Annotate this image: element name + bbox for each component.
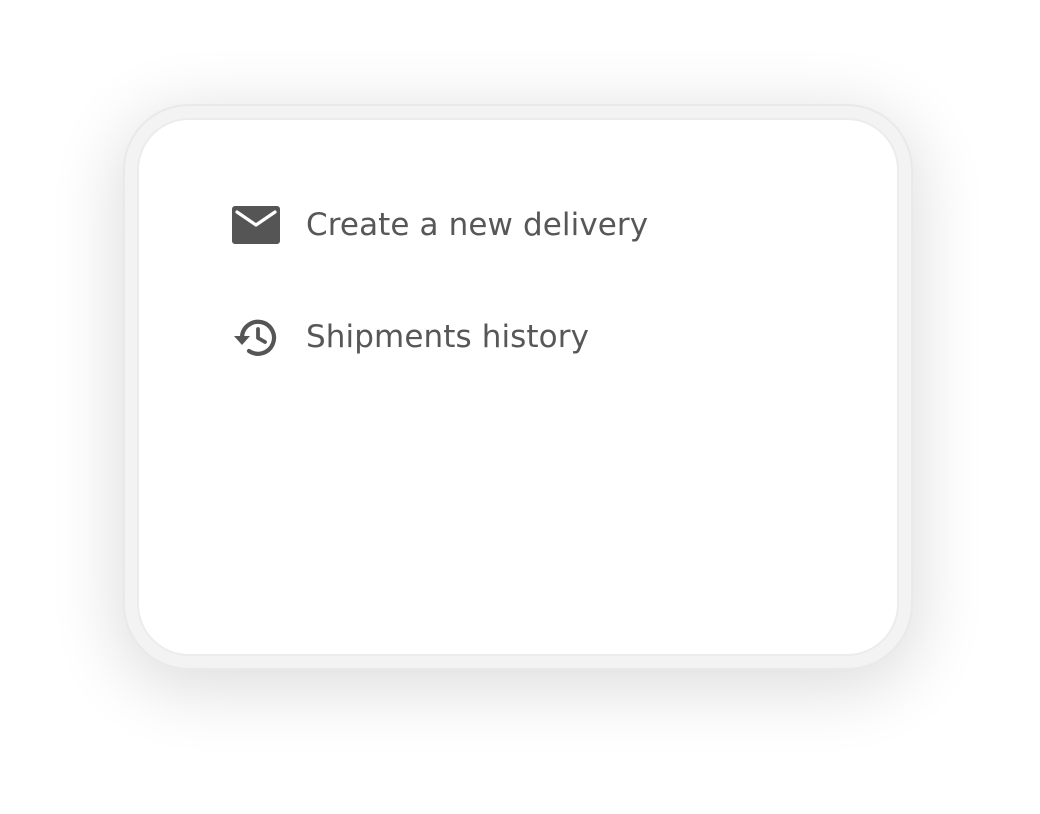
menu-item-label: Create a new delivery [306,207,649,243]
menu-item-shipments-history[interactable]: Shipments history [231,315,589,359]
menu-item-label: Shipments history [306,319,590,355]
menu-card: Create a new delivery Shipments history [137,118,899,656]
menu-item-create-delivery[interactable]: Create a new delivery [231,203,648,247]
mail-icon [231,203,281,247]
history-icon [231,315,281,359]
stage: Create a new delivery Shipments history [0,0,1040,814]
